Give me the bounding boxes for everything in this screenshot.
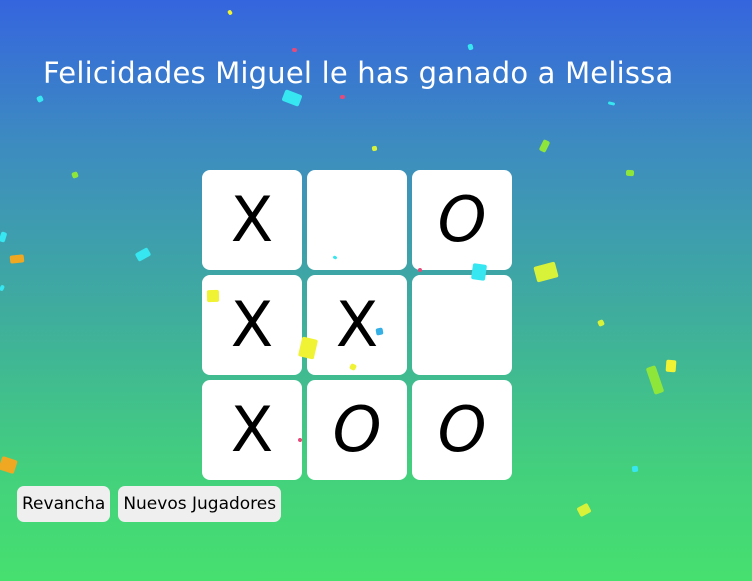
confetti-piece — [134, 247, 152, 262]
confetti-piece — [0, 284, 5, 292]
confetti-piece — [71, 171, 79, 179]
confetti-piece — [339, 94, 346, 100]
confetti-piece — [597, 319, 605, 327]
board-cell-r2c2[interactable]: X — [307, 275, 407, 375]
rematch-button[interactable]: Revancha — [17, 486, 111, 522]
board-cell-r2c3[interactable] — [412, 275, 512, 375]
confetti-piece — [371, 145, 378, 152]
board-cell-r2c1[interactable]: X — [202, 275, 302, 375]
confetti-piece — [281, 89, 303, 107]
confetti-piece — [665, 359, 677, 373]
board-cell-r3c2[interactable]: O — [307, 380, 407, 480]
board-cell-r3c3[interactable]: O — [412, 380, 512, 480]
board-cell-r3c1[interactable]: X — [202, 380, 302, 480]
confetti-piece — [291, 47, 298, 53]
confetti-piece — [0, 455, 18, 475]
confetti-piece — [631, 465, 639, 473]
confetti-piece — [36, 95, 44, 103]
confetti-piece — [645, 365, 665, 395]
confetti-piece — [625, 169, 635, 177]
action-buttons: Revancha Nuevos Jugadores — [17, 486, 282, 522]
confetti-piece — [576, 502, 592, 518]
new-players-button[interactable]: Nuevos Jugadores — [118, 486, 282, 522]
confetti-piece — [607, 101, 616, 106]
confetti-piece — [0, 231, 8, 243]
board-cell-r1c2[interactable] — [307, 170, 407, 270]
winner-message: Felicidades Miguel le has ganado a Melis… — [43, 56, 674, 90]
tic-tac-toe-board: X O X X X O O — [202, 170, 512, 480]
confetti-piece — [227, 9, 233, 16]
board-cell-r1c1[interactable]: X — [202, 170, 302, 270]
board-cell-r1c3[interactable]: O — [412, 170, 512, 270]
confetti-piece — [9, 254, 25, 264]
confetti-piece — [467, 43, 474, 51]
confetti-piece — [538, 139, 551, 153]
confetti-piece — [533, 261, 559, 283]
